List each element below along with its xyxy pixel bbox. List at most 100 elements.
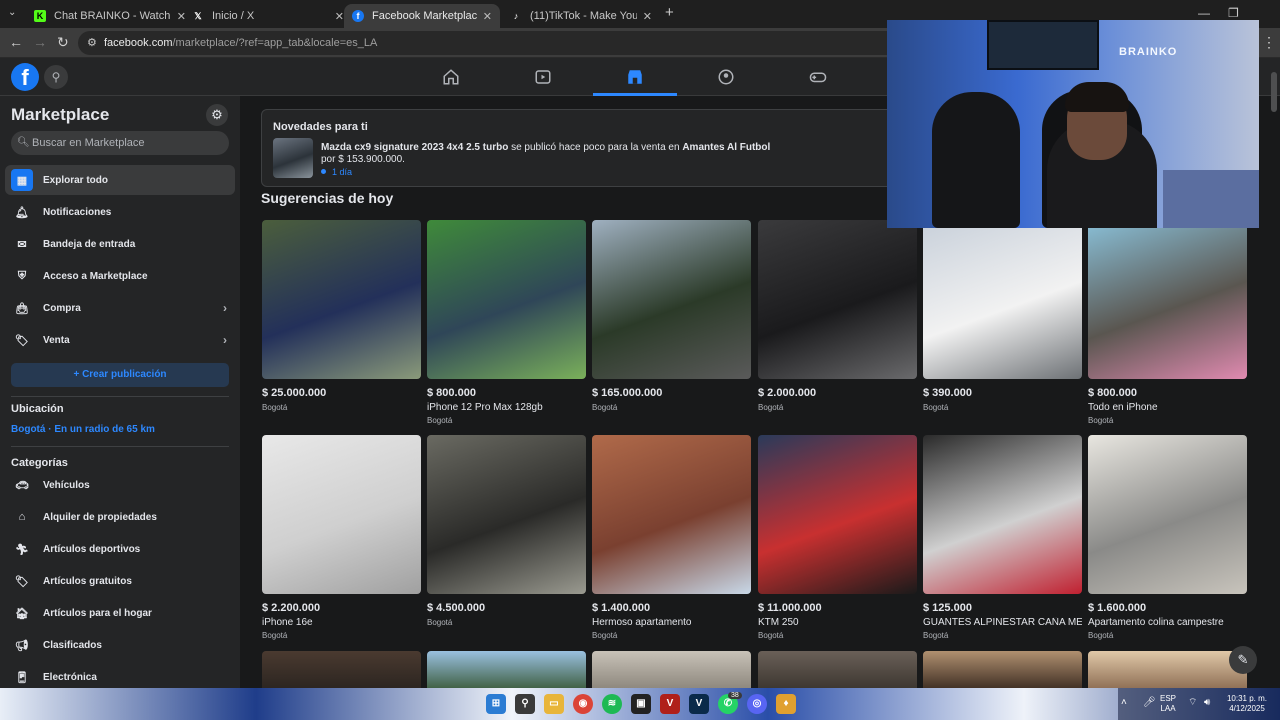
windows-start-icon[interactable]: ⊞: [486, 694, 506, 714]
listing-card[interactable]: $ 390.000 Bogotá: [923, 220, 1082, 412]
marketplace-search-input[interactable]: 🔍︎ Buscar en Marketplace: [11, 131, 229, 155]
tab-x[interactable]: 𝕏 Inicio / X ✕: [184, 4, 352, 28]
close-icon[interactable]: ✕: [335, 10, 344, 23]
wifi-icon[interactable]: ⌔: [1188, 698, 1197, 708]
clock[interactable]: 10:31 p. m. 4/12/2025: [1222, 694, 1272, 714]
marketplace-nav-icon[interactable]: [593, 64, 677, 96]
listing-image[interactable]: [592, 220, 751, 379]
home-nav-icon[interactable]: [423, 64, 479, 90]
chevron-up-icon[interactable]: ˄: [1121, 698, 1127, 708]
sidebar-item-acceso[interactable]: ⛨ Acceso a Marketplace: [5, 261, 235, 291]
category-vehiculos[interactable]: 🚗︎ Vehículos: [5, 470, 235, 500]
sidebar-item-notificaciones[interactable]: 🔔︎ Notificaciones: [5, 197, 235, 227]
minimize-icon[interactable]: —: [1198, 6, 1210, 20]
app-icon[interactable]: V: [660, 694, 680, 714]
listing-location: Bogotá: [923, 631, 949, 640]
listing-image-partial[interactable]: [923, 651, 1082, 688]
back-icon[interactable]: ←: [9, 34, 23, 50]
search-icon[interactable]: ⚲: [515, 694, 535, 714]
groups-nav-icon[interactable]: [698, 64, 754, 90]
running-icon: 🏃︎: [15, 543, 29, 556]
video-nav-icon[interactable]: [515, 64, 571, 90]
spotify-icon[interactable]: ≋: [602, 694, 622, 714]
listing-card[interactable]: $ 125.000 GUANTES ALPINESTAR CAÑA MEDIA Bo…: [923, 435, 1082, 640]
listing-image[interactable]: [758, 220, 917, 379]
listing-image[interactable]: [262, 435, 421, 594]
tab-tiktok[interactable]: ♪ (11)TikTok - Make Your Day ✕: [502, 4, 660, 28]
gaming-nav-icon[interactable]: [790, 64, 846, 90]
microphone-icon[interactable]: 🎤︎: [1143, 698, 1156, 708]
section-title: Sugerencias de hoy: [261, 190, 394, 206]
listing-image[interactable]: [758, 435, 917, 594]
listing-card[interactable]: $ 800.000 iPhone 12 Pro Max 128gb Bogotá: [427, 220, 586, 425]
notification-item-title[interactable]: Mazda cx9 signature 2023 4x4 2.5 turbo: [321, 142, 508, 153]
file-explorer-icon[interactable]: ▭: [544, 694, 564, 714]
app-icon[interactable]: ♦: [776, 694, 796, 714]
listing-price: $ 390.000: [923, 387, 972, 399]
listing-image-partial[interactable]: [427, 651, 586, 688]
tab-facebook-marketplace[interactable]: f Facebook Marketplace | Facebo ✕: [344, 4, 500, 28]
listing-image[interactable]: [262, 220, 421, 379]
page-scrollbar[interactable]: [1271, 72, 1277, 112]
listing-card[interactable]: $ 25.000.000 Bogotá: [262, 220, 421, 412]
restore-icon[interactable]: ❐: [1228, 6, 1239, 20]
facebook-icon: f: [352, 10, 364, 22]
sidebar-item-explorar-todo[interactable]: ▦ Explorar todo: [5, 165, 235, 195]
listing-card[interactable]: $ 11.000.000 KTM 250 Bogotá: [758, 435, 917, 640]
tab-kick[interactable]: K Chat BRAINKO - Watch Live on ✕: [26, 4, 194, 28]
chrome-icon[interactable]: ◉: [573, 694, 593, 714]
sidebar-item-venta[interactable]: 🏷︎ Venta ›: [5, 325, 235, 355]
listing-image[interactable]: [1088, 435, 1247, 594]
listing-image-partial[interactable]: [592, 651, 751, 688]
listing-card[interactable]: $ 800.000 Todo en iPhone Bogotá: [1088, 220, 1247, 425]
listing-image[interactable]: [427, 220, 586, 379]
category-gratuitos[interactable]: 🏷︎ Artículos gratuitos: [5, 566, 235, 596]
listing-card[interactable]: $ 1.600.000 Apartamento colina campestre B…: [1088, 435, 1247, 640]
close-icon[interactable]: ✕: [483, 10, 492, 23]
tab-search-menu[interactable]: ⌄: [8, 7, 16, 18]
create-listing-button[interactable]: + Crear publicación: [11, 363, 229, 387]
language-indicator[interactable]: ESP LAA: [1160, 694, 1176, 714]
listing-image-partial[interactable]: [758, 651, 917, 688]
sidebar-item-compra[interactable]: 👜︎ Compra ›: [5, 293, 235, 323]
listing-image-partial[interactable]: [262, 651, 421, 688]
listing-card[interactable]: $ 2.000.000 Bogotá: [758, 220, 917, 412]
compose-message-button[interactable]: ✎: [1229, 646, 1257, 674]
close-icon[interactable]: ✕: [643, 10, 652, 23]
facebook-logo-icon[interactable]: f: [11, 63, 39, 91]
notification-group[interactable]: Amantes Al Futbol: [682, 142, 770, 153]
category-deportivos[interactable]: 🏃︎ Artículos deportivos: [5, 534, 235, 564]
listing-price: $ 800.000: [427, 387, 476, 399]
category-clasificados[interactable]: 📢︎ Clasificados: [5, 630, 235, 660]
volume-icon[interactable]: 🔊︎: [1204, 698, 1210, 708]
marketplace-sidebar: Marketplace ⚙ 🔍︎ Buscar en Marketplace ▦…: [0, 96, 240, 688]
discord-icon[interactable]: ◎: [747, 694, 767, 714]
notification-thumbnail[interactable]: [273, 138, 313, 178]
search-icon[interactable]: ⚲: [44, 65, 68, 89]
reload-icon[interactable]: ↻: [57, 34, 69, 51]
listing-image[interactable]: [923, 435, 1082, 594]
app-icon[interactable]: ▣: [631, 694, 651, 714]
category-electronica[interactable]: 📱︎ Electrónica: [5, 662, 235, 688]
new-tab-button[interactable]: +: [665, 4, 674, 21]
menu-icon[interactable]: ⋮: [1262, 34, 1276, 51]
category-alquiler[interactable]: ⌂ Alquiler de propiedades: [5, 502, 235, 532]
app-icon[interactable]: V: [689, 694, 709, 714]
sidebar-item-bandeja[interactable]: ✉ Bandeja de entrada: [5, 229, 235, 259]
listing-card[interactable]: $ 4.500.000 Bogotá: [427, 435, 586, 627]
site-info-icon[interactable]: ⚙: [87, 31, 97, 55]
listing-image[interactable]: [592, 435, 751, 594]
listing-image-partial[interactable]: [1088, 651, 1247, 688]
listing-card[interactable]: $ 1.400.000 Hermoso apartamento Bogotá: [592, 435, 751, 640]
listing-card[interactable]: $ 2.200.000 iPhone 16e Bogotá: [262, 435, 421, 640]
location-link[interactable]: Bogotá · En un radio de 65 km: [11, 424, 155, 435]
listing-image[interactable]: [1088, 220, 1247, 379]
category-hogar[interactable]: 🏠︎ Artículos para el hogar: [5, 598, 235, 628]
gear-icon[interactable]: ⚙: [206, 104, 228, 126]
forward-icon[interactable]: →: [33, 34, 47, 50]
listing-location: Bogotá: [1088, 631, 1114, 640]
listing-image[interactable]: [923, 220, 1082, 379]
listing-card[interactable]: $ 165.000.000 Bogotá: [592, 220, 751, 412]
listing-image[interactable]: [427, 435, 586, 594]
notification-card[interactable]: Novedades para ti Mazda cx9 signature 20…: [261, 109, 901, 187]
